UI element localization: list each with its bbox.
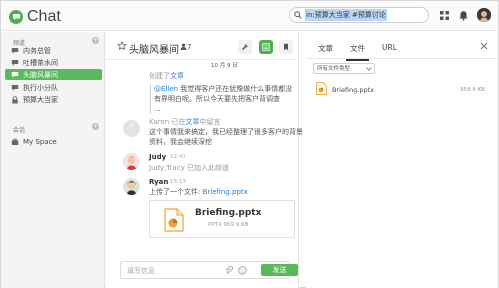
tab-files[interactable]: 文件	[346, 43, 369, 61]
sidebar-item-channel[interactable]: 执行小分队	[5, 82, 102, 93]
file-type-select-value: 所有文件类型	[317, 66, 351, 72]
message-body: 这个事情我来搞定，我已经整理了很多客户的背景	[149, 128, 303, 136]
chevron-down-icon	[366, 67, 372, 71]
quote-line: 有界明白呢。所以今天要先把客户背调查	[154, 95, 280, 103]
send-button[interactable]: 发送	[261, 264, 298, 276]
file-type-select[interactable]: 所有文件类型	[313, 63, 375, 74]
settings-button[interactable]	[238, 40, 252, 54]
quote-bar	[150, 84, 151, 114]
briefcase-icon	[11, 138, 19, 145]
tab-articles[interactable]: 文章	[318, 43, 333, 54]
file-attachment-card[interactable]: Briefing.pptx PPTX 959.9 KB	[149, 200, 295, 238]
search-input[interactable]: in:预算大当家 #预算讨论	[289, 7, 429, 23]
chat-panel: 头脑风暴间 7 10 月 9 日 创建了文章 @Ellen 我觉得客户还在犹豫做…	[106, 32, 303, 288]
sidebar-item-channel-active[interactable]: 头脑风暴间	[5, 69, 102, 80]
members-icon	[180, 43, 187, 50]
date-separator: 10 月 9 日	[211, 63, 238, 69]
article-link[interactable]: 文章	[170, 72, 184, 80]
sidebar: 频道 + 内务总管 吐槽茶水间 头脑风暴间 执行小分队 预算大当家 会话 + M…	[1, 32, 105, 288]
comment-notice: Karen 已在文章中留言	[149, 117, 220, 127]
bell-icon[interactable]	[458, 10, 469, 21]
tab-url[interactable]: URL	[382, 43, 397, 52]
sidebar-item-label: 执行小分队	[23, 83, 58, 92]
bookmark-button[interactable]	[279, 40, 293, 54]
bookmark-icon	[284, 43, 288, 51]
message-time: 12:41	[170, 154, 186, 160]
sidebar-item-channel[interactable]: 预算大当家	[5, 94, 102, 105]
system-message: Judy,Tracy 已加入此频道	[149, 164, 229, 172]
comment-author: Karen	[149, 118, 170, 126]
tab-divider	[306, 58, 498, 59]
mention-link[interactable]: @Ellen	[154, 85, 178, 93]
chat-icon	[11, 71, 19, 78]
comment-mid: 已在	[171, 118, 186, 126]
sidebar-item-label: 吐槽茶水间	[23, 58, 58, 67]
chat-icon	[11, 59, 19, 66]
search-query: in:预算大当家 #预算讨论	[305, 9, 387, 21]
quote-icon: "	[123, 120, 140, 137]
add-channel-button[interactable]: +	[92, 37, 99, 44]
article-link[interactable]: 文章	[185, 118, 199, 126]
chat-icon	[11, 84, 19, 91]
file-meta: PPTX 959.9 KB	[208, 222, 249, 228]
sender-name[interactable]: Judy	[149, 153, 166, 161]
created-prefix: 创建了	[149, 72, 170, 80]
app-logo: Chat	[9, 8, 61, 26]
sidebar-item-conversation[interactable]: My Space	[5, 136, 102, 147]
file-list-name: Briefing.pptx	[332, 86, 374, 94]
user-avatar[interactable]	[477, 8, 491, 22]
message-body: 上传了一个文件: Briefing.pptx	[149, 187, 248, 197]
quote-text: 我觉得客户还在犹豫做什么事情都没	[180, 85, 293, 93]
file-link[interactable]: Briefing.pptx	[203, 188, 248, 196]
conversations-header: 会话	[13, 127, 26, 134]
files-panel-button[interactable]	[259, 40, 273, 54]
emoji-icon[interactable]	[238, 266, 247, 275]
comment-suffix: 中留言	[199, 118, 221, 126]
chat-logo-icon	[9, 10, 23, 24]
apps-grid-icon[interactable]	[439, 10, 450, 21]
wrench-icon	[241, 43, 249, 51]
app-window: Chat in:预算大当家 #预算讨论 频道 + 内务总管 吐槽茶水间 头脑风暴…	[0, 0, 499, 288]
star-icon[interactable]	[117, 41, 127, 51]
chat-icon	[11, 47, 19, 54]
file-list-size: 959.9 KB	[460, 87, 485, 93]
composer-placeholder: 填写信息	[127, 267, 155, 275]
lock-icon	[12, 95, 18, 103]
message-body: 资料，我会继续深挖	[149, 138, 212, 146]
attachment-icon[interactable]	[225, 266, 233, 275]
side-panel: 文章 文件 URL 所有文件类型 Briefing.pptx 959.9 KB	[306, 32, 498, 288]
created-article-message: 创建了文章	[149, 71, 184, 81]
member-count[interactable]: 7	[187, 43, 191, 51]
message-time: 15:13	[170, 179, 186, 185]
close-icon[interactable]	[480, 42, 488, 50]
channel-title: 头脑风暴间	[129, 45, 179, 56]
avatar[interactable]	[123, 153, 140, 170]
sidebar-item-channel[interactable]: 内务总管	[5, 45, 102, 56]
quote-line: ...	[154, 105, 161, 113]
sidebar-item-label: My Space	[23, 137, 57, 146]
sidebar-item-label: 预算大当家	[23, 95, 58, 104]
pptx-file-icon	[164, 208, 184, 232]
sidebar-item-label: 内务总管	[23, 46, 51, 55]
sender-name[interactable]: Ryan	[149, 178, 168, 186]
top-bar: Chat in:预算大当家 #预算讨论	[1, 1, 498, 31]
search-icon	[294, 11, 302, 19]
add-conversation-button[interactable]: +	[92, 123, 99, 130]
avatar[interactable]	[123, 178, 140, 195]
message-composer[interactable]: 填写信息 发送	[120, 261, 298, 279]
pptx-file-icon	[316, 82, 327, 95]
panel-icon	[262, 43, 270, 51]
file-name: Briefing.pptx	[195, 208, 262, 218]
sidebar-item-label: 头脑风暴间	[23, 70, 58, 79]
app-title: Chat	[27, 8, 61, 25]
chat-header: 头脑风暴间 7	[106, 32, 299, 60]
upload-prefix: 上传了一个文件:	[149, 188, 201, 196]
quote-line: @Ellen 我觉得客户还在犹豫做什么事情都没	[154, 84, 292, 94]
sidebar-item-channel[interactable]: 吐槽茶水间	[5, 57, 102, 68]
